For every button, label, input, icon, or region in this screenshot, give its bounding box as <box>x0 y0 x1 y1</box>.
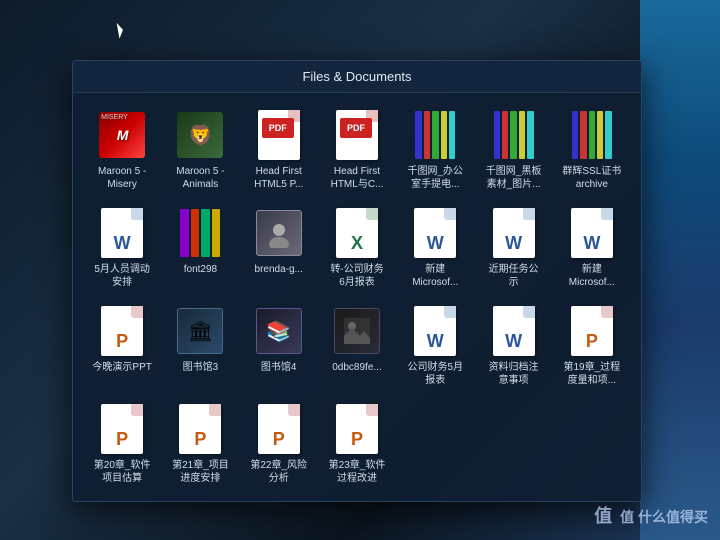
file-icon-new-microsoft1 <box>409 207 461 259</box>
file-label-new-microsoft2: 新建 Microsof... <box>569 263 615 289</box>
file-item-chapter22[interactable]: 第22章_风险 分析 <box>242 399 316 489</box>
file-icon-library3: 🏛 <box>174 305 226 357</box>
file-item-head-first-htmlc[interactable]: PDF Head First HTML与C... <box>320 105 394 195</box>
file-item-chapter19[interactable]: 第19章_过程 度量和项... <box>555 301 629 391</box>
file-item-font298[interactable]: font298 <box>163 203 237 293</box>
file-item-may-staff[interactable]: 5月人员调动 安排 <box>85 203 159 293</box>
file-icon-ssl-archive <box>566 109 618 161</box>
file-icon-archive-notes <box>488 305 540 357</box>
file-icon-library4: 📚 <box>253 305 305 357</box>
file-icon-new-microsoft2 <box>566 207 618 259</box>
watermark: 值 值 什么值得买 <box>594 502 708 528</box>
file-icon-may-staff <box>96 207 148 259</box>
file-icon-financial-report <box>331 207 383 259</box>
file-item-new-microsoft2[interactable]: 新建 Microsof... <box>555 203 629 293</box>
desktop-accent <box>640 0 720 540</box>
file-item-brenda-g[interactable]: brenda-g... <box>242 203 316 293</box>
file-icon-chapter21 <box>174 403 226 455</box>
file-label-head-first-htmlc: Head First HTML与C... <box>331 165 384 191</box>
file-label-library3: 图书馆3 <box>183 361 219 374</box>
file-label-financial-report: 转-公司财务 6月报表 <box>330 263 383 289</box>
file-icon-financial-may <box>409 305 461 357</box>
file-icon-chapter23 <box>331 403 383 455</box>
file-item-ppt-tonight[interactable]: 今晚演示PPT <box>85 301 159 391</box>
file-label-chapter22: 第22章_风险 分析 <box>250 459 307 485</box>
file-item-library4[interactable]: 📚 图书馆4 <box>242 301 316 391</box>
file-item-chapter20[interactable]: 第20章_软件 项目估算 <box>85 399 159 489</box>
file-label-qiantu-office: 千图网_办公 室手提电... <box>408 165 464 191</box>
file-label-chapter23: 第23章_软件 过程改进 <box>329 459 386 485</box>
file-item-chapter21[interactable]: 第21章_项目 进度安排 <box>163 399 237 489</box>
file-icon-chapter22 <box>253 403 305 455</box>
file-label-maroon-animals: Maroon 5 - Animals <box>176 165 224 191</box>
file-label-0dbc89fe: 0dbc89fe... <box>332 361 381 374</box>
file-icon-recent-tasks <box>488 207 540 259</box>
file-label-recent-tasks: 近期任务公 示 <box>489 263 539 289</box>
file-item-recent-tasks[interactable]: 近期任务公 示 <box>476 203 550 293</box>
file-label-may-staff: 5月人员调动 安排 <box>94 263 150 289</box>
file-grid: MMISERY Maroon 5 - Misery 🦁 Maroon 5 - Anim… <box>73 93 641 501</box>
file-icon-ppt-tonight <box>96 305 148 357</box>
file-item-financial-report[interactable]: 转-公司财务 6月报表 <box>320 203 394 293</box>
file-icon-head-first-htmlc: PDF <box>331 109 383 161</box>
file-label-financial-may: 公司财务5月 报表 <box>408 361 464 387</box>
file-label-new-microsoft1: 新建 Microsof... <box>412 263 458 289</box>
file-label-qiantu-black: 千图网_黑板 素材_图片... <box>486 165 542 191</box>
file-label-ssl-archive: 群辉SSL证书 archive <box>562 165 621 191</box>
file-icon-font298 <box>174 207 226 259</box>
file-item-financial-may[interactable]: 公司财务5月 报表 <box>398 301 472 391</box>
file-item-archive-notes[interactable]: 资料归档注 意事项 <box>476 301 550 391</box>
file-label-ppt-tonight: 今晚演示PPT <box>92 361 151 374</box>
file-icon-maroon-misery: MMISERY <box>96 109 148 161</box>
file-item-maroon-animals[interactable]: 🦁 Maroon 5 - Animals <box>163 105 237 195</box>
file-item-library3[interactable]: 🏛 图书馆3 <box>163 301 237 391</box>
file-label-chapter21: 第21章_项目 进度安排 <box>172 459 229 485</box>
file-item-maroon-misery[interactable]: MMISERY Maroon 5 - Misery <box>85 105 159 195</box>
file-label-library4: 图书馆4 <box>261 361 297 374</box>
file-icon-chapter20 <box>96 403 148 455</box>
file-label-archive-notes: 资料归档注 意事项 <box>489 361 539 387</box>
file-icon-maroon-animals: 🦁 <box>174 109 226 161</box>
file-icon-qiantu-black <box>488 109 540 161</box>
file-item-qiantu-office[interactable]: 千图网_办公 室手提电... <box>398 105 472 195</box>
window-title: Files & Documents <box>73 61 641 93</box>
file-item-new-microsoft1[interactable]: 新建 Microsof... <box>398 203 472 293</box>
file-label-chapter19: 第19章_过程 度量和项... <box>564 361 621 387</box>
file-item-chapter23[interactable]: 第23章_软件 过程改进 <box>320 399 394 489</box>
file-icon-qiantu-office <box>409 109 461 161</box>
file-icon-head-first-html5: PDF <box>253 109 305 161</box>
file-label-chapter20: 第20章_软件 项目估算 <box>94 459 151 485</box>
file-label-maroon-misery: Maroon 5 - Misery <box>98 165 146 191</box>
file-item-0dbc89fe[interactable]: 0dbc89fe... <box>320 301 394 391</box>
file-icon-brenda-g <box>253 207 305 259</box>
file-item-ssl-archive[interactable]: 群辉SSL证书 archive <box>555 105 629 195</box>
file-item-head-first-html5[interactable]: PDF Head First HTML5 P... <box>242 105 316 195</box>
file-label-head-first-html5: Head First HTML5 P... <box>254 165 303 191</box>
file-icon-chapter19 <box>566 305 618 357</box>
file-label-font298: font298 <box>184 263 217 276</box>
file-item-qiantu-black[interactable]: 千图网_黑板 素材_图片... <box>476 105 550 195</box>
file-icon-0dbc89fe <box>331 305 383 357</box>
files-window: Files & Documents MMISERY Maroon 5 - Mise… <box>72 60 642 502</box>
file-label-brenda-g: brenda-g... <box>255 263 303 276</box>
